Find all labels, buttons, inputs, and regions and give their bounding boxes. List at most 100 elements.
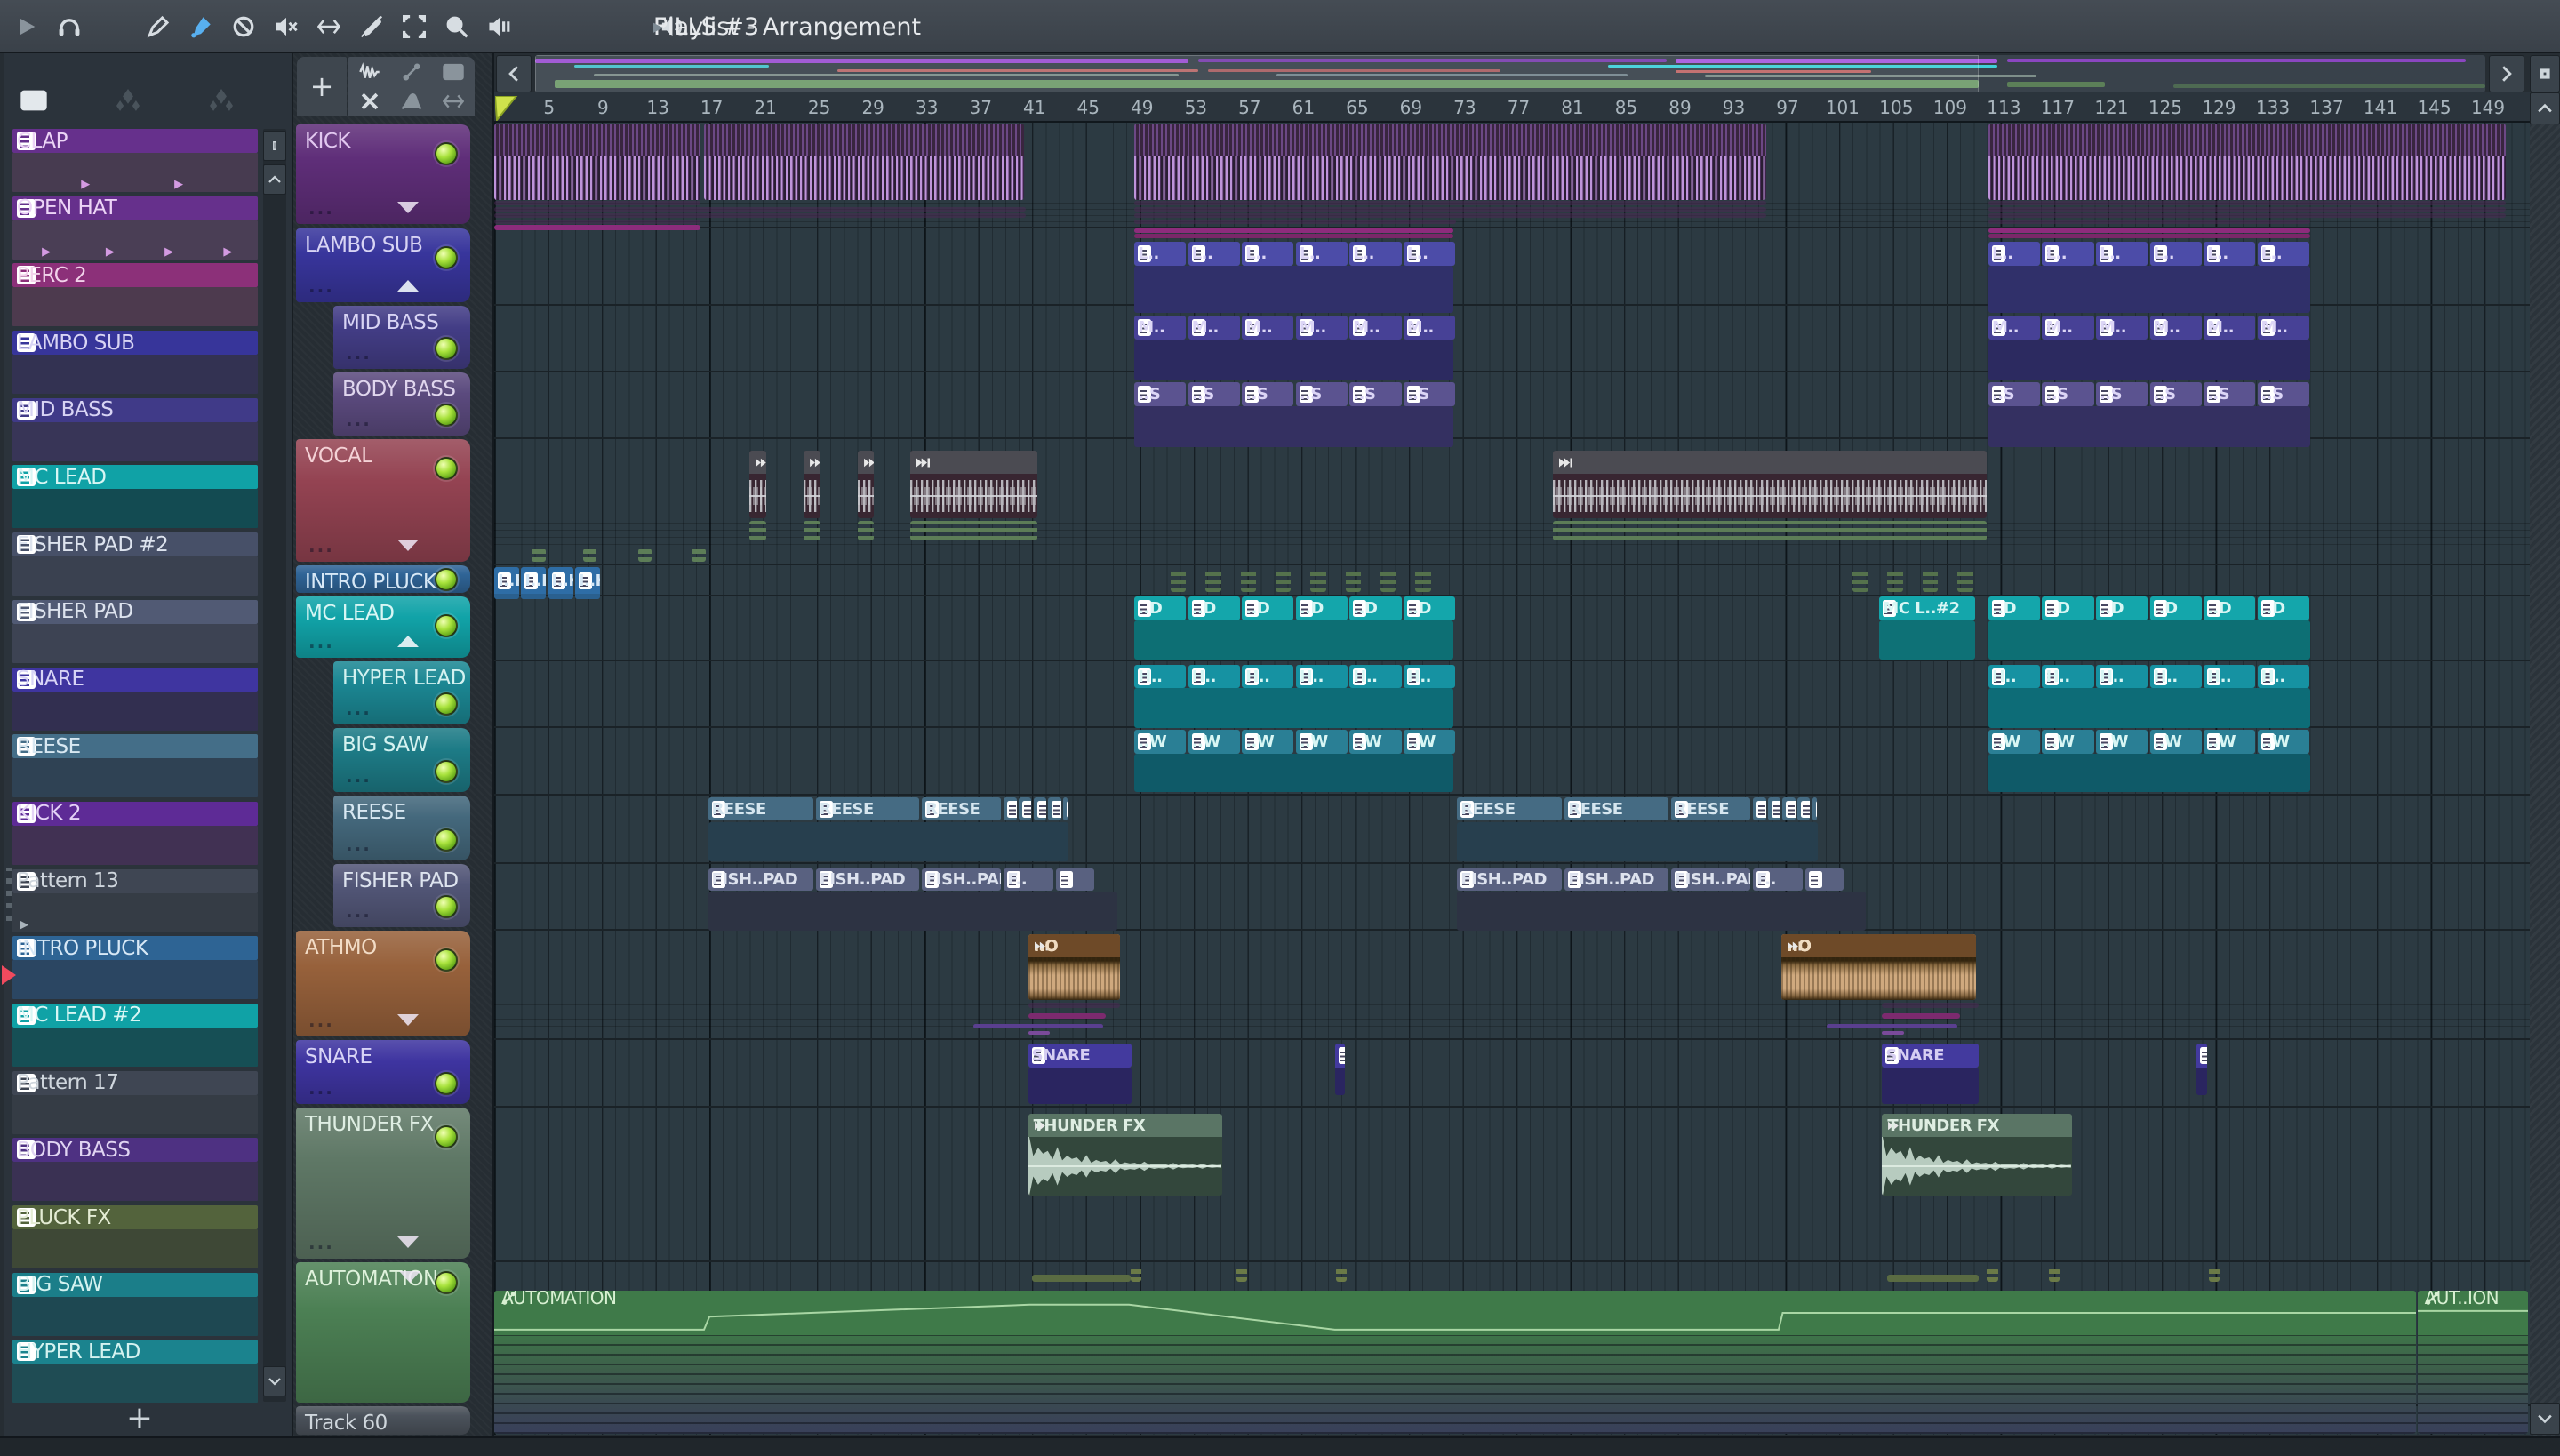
- delete-icon[interactable]: [226, 12, 261, 41]
- pattern-header[interactable]: Pattern 17: [12, 1070, 258, 1095]
- pattern-clip-h[interactable]: H..: [1349, 665, 1402, 688]
- pattern-lane-strip[interactable]: [494, 201, 700, 205]
- pattern-item[interactable]: KICK 2: [12, 801, 258, 865]
- pattern-clip-ik[interactable]: I..K: [521, 567, 547, 599]
- add-pattern-button[interactable]: +: [117, 1403, 162, 1436]
- pattern-clip-ik[interactable]: I..K: [548, 567, 573, 599]
- pattern-lane-strip[interactable]: [1134, 201, 1767, 205]
- pattern-item[interactable]: BODY BASS: [12, 1138, 258, 1202]
- pattern-lane-strip[interactable]: [972, 1024, 1104, 1028]
- pattern-lane-strip[interactable]: [494, 207, 1026, 212]
- track-mute-led[interactable]: [435, 337, 458, 360]
- fx-mini-clip[interactable]: [1130, 1268, 1141, 1282]
- pattern-clip-s[interactable]: ..S: [1988, 382, 2041, 406]
- audio-clip[interactable]: [909, 451, 1038, 518]
- pattern-clip-d[interactable]: ..D: [2149, 596, 2202, 620]
- star-tool-icon[interactable]: [204, 85, 239, 116]
- pattern-lane-strip[interactable]: [1988, 234, 2310, 238]
- track-header-athmo[interactable]: ATHMO...: [296, 931, 470, 1036]
- pattern-clip-s[interactable]: ..S: [2257, 382, 2309, 406]
- minimap-options-button[interactable]: [2530, 55, 2560, 92]
- track-header-thunder-fx[interactable]: THUNDER FX...: [296, 1108, 470, 1259]
- fx-mini-clip[interactable]: [1171, 568, 1187, 592]
- pattern-clip[interactable]: [1019, 797, 1032, 820]
- pattern-clip-m[interactable]: M..: [2204, 316, 2256, 340]
- slip-edit-icon[interactable]: [140, 12, 176, 41]
- clip-body-preview[interactable]: [1134, 340, 1453, 380]
- audio-clip[interactable]: [857, 451, 875, 518]
- pattern-clip-w[interactable]: ..W: [1134, 730, 1187, 754]
- automation-link-icon[interactable]: [390, 57, 432, 86]
- pattern-clip-h[interactable]: H..: [1134, 665, 1187, 688]
- pattern-clip-f[interactable]: F..: [1004, 868, 1054, 891]
- clip-body-preview[interactable]: [1134, 620, 1453, 660]
- fx-mini-clip[interactable]: [857, 521, 875, 540]
- pattern-header[interactable]: REESE: [12, 734, 258, 759]
- fx-mini-clip[interactable]: [637, 548, 652, 562]
- pattern-lane-strip[interactable]: [1134, 228, 1453, 233]
- pattern-clip-h[interactable]: H..: [2042, 665, 2094, 688]
- pattern-item[interactable]: Pattern 13 ▶: [12, 868, 258, 932]
- pattern-clip-m[interactable]: M..: [2042, 316, 2094, 340]
- pattern-header[interactable]: PERC 2: [12, 263, 258, 288]
- clip-body-preview[interactable]: [1988, 688, 2310, 728]
- pattern-clip-l[interactable]: L..: [2257, 242, 2309, 266]
- automation-clip[interactable]: AUT..ION: [2417, 1291, 2529, 1434]
- pattern-clip-l[interactable]: L..: [2042, 242, 2094, 266]
- fx-mini-clip[interactable]: [803, 521, 820, 540]
- pattern-clip-h[interactable]: H..: [2095, 665, 2148, 688]
- track-header-reese[interactable]: REESE...: [333, 796, 470, 860]
- pattern-header[interactable]: KICK 2: [12, 801, 258, 826]
- pattern-lane-strip[interactable]: [1988, 207, 2507, 212]
- pattern-clip[interactable]: [1797, 797, 1811, 820]
- fx-mini-clip[interactable]: [1276, 568, 1292, 592]
- play-icon[interactable]: [9, 12, 44, 41]
- pattern-lane-strip[interactable]: [494, 213, 1026, 218]
- stretch-icon[interactable]: [433, 86, 475, 116]
- fx-mini-clip[interactable]: [1415, 568, 1431, 592]
- track-header-mid-bass[interactable]: MID BASS...: [333, 306, 470, 369]
- pattern-clip-l[interactable]: L..: [1242, 242, 1294, 266]
- clip-body-preview[interactable]: [1988, 754, 2310, 792]
- slice-tool-icon[interactable]: [354, 12, 389, 41]
- pattern-header[interactable]: FISHER PAD: [12, 599, 258, 624]
- fx-mini-clip[interactable]: [1987, 1268, 1998, 1282]
- pattern-lane-strip[interactable]: [1134, 234, 1453, 238]
- clip-body-preview[interactable]: [1882, 1068, 1980, 1104]
- piano-icon[interactable]: [16, 85, 52, 116]
- pattern-clip-s[interactable]: ..S: [2095, 382, 2148, 406]
- pattern-clip-fishpad[interactable]: FISH..PAD: [922, 868, 1002, 891]
- fx-mini-clip[interactable]: [692, 548, 706, 562]
- track-mute-led[interactable]: [435, 567, 458, 591]
- scroll-down-button[interactable]: [2530, 1403, 2560, 1435]
- pattern-clip-reese[interactable]: REESE: [1670, 797, 1751, 820]
- track-menu-dots[interactable]: ...: [308, 1077, 334, 1099]
- clip-body-preview[interactable]: [1988, 620, 2310, 660]
- track-menu-dots[interactable]: ...: [308, 631, 334, 652]
- pattern-clip-h[interactable]: H..: [2204, 665, 2256, 688]
- track-header-kick[interactable]: KICK...: [296, 124, 470, 224]
- pattern-clip-fishpad[interactable]: FISH..PAD: [708, 868, 813, 891]
- track-header-intro-pluck[interactable]: INTRO PLUCK: [296, 565, 470, 593]
- pattern-lane-strip[interactable]: [1028, 1031, 1050, 1035]
- clip-body-preview[interactable]: [1028, 1068, 1132, 1104]
- pattern-clip-d[interactable]: ..D: [1188, 596, 1240, 620]
- fx-mini-clip[interactable]: [909, 521, 1038, 540]
- pattern-lane-strip[interactable]: [1134, 220, 1456, 224]
- pattern-clip-fishpad[interactable]: FISH..PAD: [815, 868, 920, 891]
- clip-body-preview[interactable]: [1134, 754, 1453, 792]
- fx-mini-clip[interactable]: [1957, 568, 1973, 592]
- pattern-header[interactable]: MID BASS: [12, 397, 258, 422]
- fx-mini-clip[interactable]: [1205, 568, 1221, 592]
- piano-roll-icon[interactable]: [433, 57, 475, 86]
- pattern-lane-strip[interactable]: [494, 225, 700, 230]
- audio-clip-thunderfx[interactable]: THUNDER FX: [1028, 1114, 1222, 1196]
- pattern-clip[interactable]: [1812, 797, 1818, 820]
- minimap-view-window[interactable]: [535, 55, 1979, 92]
- pattern-clip-m[interactable]: M..: [1403, 316, 1456, 340]
- pattern-clip-s[interactable]: ..S: [1134, 382, 1187, 406]
- track-header-track-60[interactable]: Track 60: [296, 1406, 470, 1435]
- pattern-clip-s[interactable]: ..S: [1349, 382, 1402, 406]
- track-mute-led[interactable]: [435, 692, 458, 716]
- pattern-clip-m[interactable]: M..: [2149, 316, 2202, 340]
